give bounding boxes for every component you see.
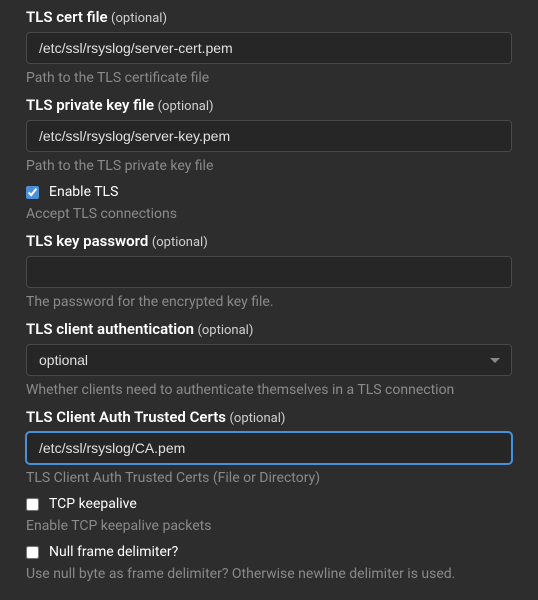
enable-tls-label[interactable]: Enable TLS: [49, 184, 118, 200]
tls-client-auth-label: TLS client authentication: [26, 320, 194, 338]
tls-private-key-file-help: Path to the TLS private key file: [26, 158, 512, 174]
enable-tls-checkbox[interactable]: [26, 186, 39, 199]
tcp-keepalive-row: TCP keepalive: [26, 496, 512, 512]
tls-private-key-file-group: TLS private key file (optional) Path to …: [26, 96, 512, 174]
tls-cert-file-label-row: TLS cert file (optional): [26, 8, 512, 26]
tls-key-password-label-row: TLS key password (optional): [26, 232, 512, 250]
null-frame-delimiter-row: Null frame delimiter?: [26, 544, 512, 560]
null-frame-delimiter-checkbox[interactable]: [26, 546, 39, 559]
null-frame-delimiter-help: Use null byte as frame delimiter? Otherw…: [26, 566, 512, 582]
tls-client-auth-optional: (optional): [197, 323, 253, 338]
tls-client-auth-select[interactable]: optional: [26, 344, 512, 376]
tls-private-key-file-input[interactable]: [26, 120, 512, 152]
null-frame-delimiter-label[interactable]: Null frame delimiter?: [49, 544, 178, 560]
tls-cert-file-label: TLS cert file: [26, 8, 108, 26]
enable-tls-row: Enable TLS: [26, 184, 512, 200]
tls-client-auth-help: Whether clients need to authenticate the…: [26, 382, 512, 398]
tls-cert-file-optional: (optional): [111, 11, 167, 26]
tls-private-key-file-label-row: TLS private key file (optional): [26, 96, 512, 114]
tls-key-password-input[interactable]: [26, 256, 512, 288]
tls-key-password-optional: (optional): [152, 235, 208, 250]
tls-private-key-file-label: TLS private key file: [26, 96, 154, 114]
tls-client-auth-trusted-certs-label-row: TLS Client Auth Trusted Certs (optional): [26, 408, 512, 426]
tls-cert-file-group: TLS cert file (optional) Path to the TLS…: [26, 8, 512, 86]
tcp-keepalive-label[interactable]: TCP keepalive: [49, 496, 137, 512]
tls-key-password-group: TLS key password (optional) The password…: [26, 232, 512, 310]
tls-cert-file-help: Path to the TLS certificate file: [26, 70, 512, 86]
tls-client-auth-label-row: TLS client authentication (optional): [26, 320, 512, 338]
enable-tls-help: Accept TLS connections: [26, 206, 512, 222]
null-frame-delimiter-group: Null frame delimiter? Use null byte as f…: [26, 544, 512, 582]
tcp-keepalive-group: TCP keepalive Enable TCP keepalive packe…: [26, 496, 512, 534]
tls-private-key-file-optional: (optional): [158, 99, 214, 114]
tls-key-password-label: TLS key password: [26, 232, 148, 250]
tls-client-auth-trusted-certs-optional: (optional): [229, 411, 285, 426]
tls-client-auth-trusted-certs-help: TLS Client Auth Trusted Certs (File or D…: [26, 470, 512, 486]
tls-client-auth-group: TLS client authentication (optional) opt…: [26, 320, 512, 398]
tls-client-auth-trusted-certs-group: TLS Client Auth Trusted Certs (optional)…: [26, 408, 512, 486]
tls-client-auth-trusted-certs-input[interactable]: [26, 432, 512, 464]
tcp-keepalive-help: Enable TCP keepalive packets: [26, 518, 512, 534]
tls-key-password-help: The password for the encrypted key file.: [26, 294, 512, 310]
tls-cert-file-input[interactable]: [26, 32, 512, 64]
tls-client-auth-trusted-certs-label: TLS Client Auth Trusted Certs: [26, 408, 226, 426]
enable-tls-group: Enable TLS Accept TLS connections: [26, 184, 512, 222]
tcp-keepalive-checkbox[interactable]: [26, 498, 39, 511]
